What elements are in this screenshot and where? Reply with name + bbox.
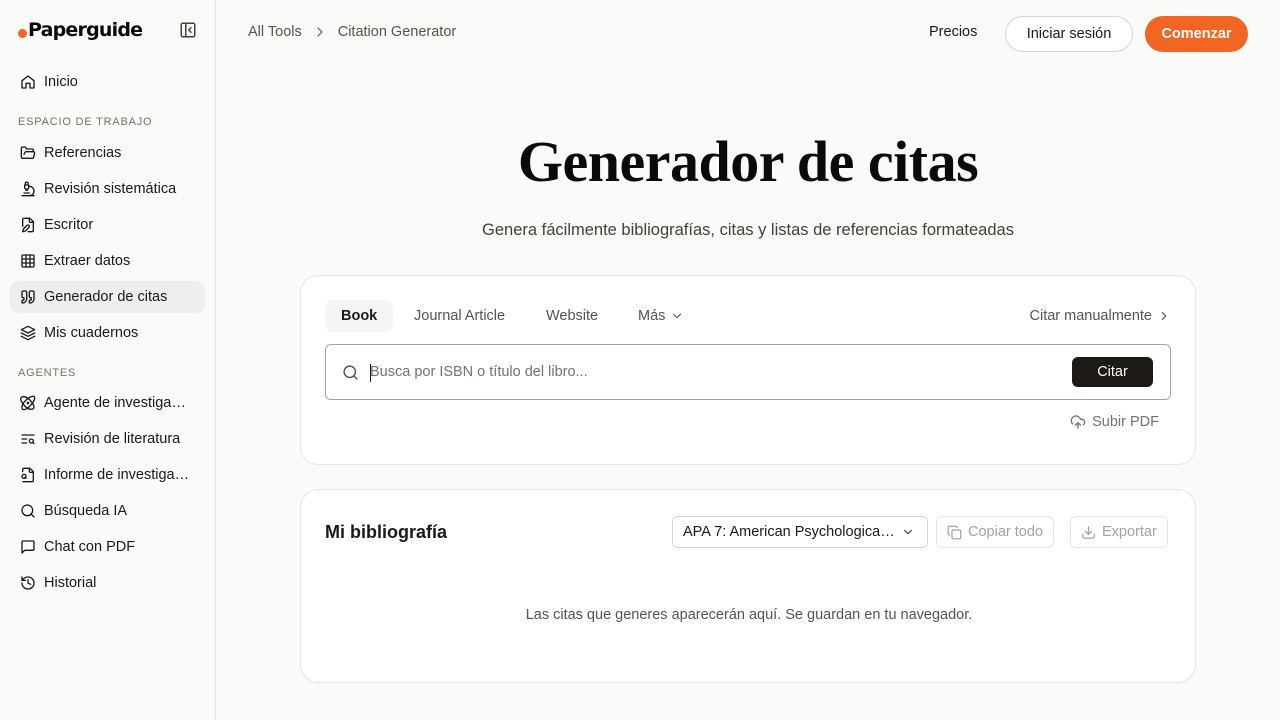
quote-icon [21,290,35,304]
sidebar-item-writer[interactable]: Escritor [10,209,205,241]
empty-bibliography-message: Las citas que generes aparecerán aquí. S… [525,607,973,623]
breadcrumb-all-tools[interactable]: All Tools [248,24,302,40]
sidebar-item-label: Chat con PDF [44,539,136,555]
message-square-icon [21,540,35,554]
folder-open-icon [20,146,36,159]
cloud-upload-icon [1070,415,1086,429]
breadcrumb-current[interactable]: Citation Generator [338,24,456,40]
search-icon [21,504,35,518]
page-subtitle: Genera fácilmente bibliografías, citas y… [482,221,1014,239]
sidebar-item-references[interactable]: Referencias [10,137,205,169]
sidebar-item-history[interactable]: Historial [10,567,205,599]
tab-more-label: Más [638,308,666,324]
sidebar-item-label: Generador de citas [44,289,168,305]
breadcrumb: All Tools Citation Generator [248,24,456,40]
sidebar-item-label: Revisión de literatura [44,431,181,447]
layers-icon [20,325,36,341]
logo-dot [18,28,27,38]
sidebar-item-ai-search[interactable]: Búsqueda IA [10,495,205,527]
export-button[interactable]: Exportar [1070,516,1168,548]
download-icon [1082,525,1095,539]
copy-all-label: Copiar todo [968,524,1043,540]
pricing-link[interactable]: Precios [929,24,977,40]
cite-manually-label: Citar manualmente [1029,308,1153,324]
text-search-icon [21,434,35,445]
section-label-workspace: ESPACIO DE TRABAJO [18,116,153,128]
brand-logo[interactable]: Paperguide [18,18,143,42]
bibliography-title: Mi bibliografía [325,522,448,542]
get-started-button[interactable]: Comenzar [1145,16,1248,52]
sidebar-item-label: Historial [44,575,97,591]
citation-style-select[interactable]: APA 7: American Psychological Associatio… [672,516,928,548]
cite-button[interactable]: Citar [1072,357,1153,387]
sidebar-item-label: Mis cuadernos [44,325,139,341]
upload-pdf-button[interactable]: Subir PDF [1070,414,1159,430]
chevron-right-icon [317,27,323,37]
sidebar-item-systematic-review[interactable]: Revisión sistemática [10,173,205,205]
cite-manually-link[interactable]: Citar manualmente [1030,300,1172,332]
sidebar-item-label: Revisión sistemática [44,181,177,197]
history-icon [21,576,35,590]
file-search-icon [21,467,34,483]
sidebar-item-research-report[interactable]: Informe de investigación [10,459,205,491]
copy-icon [947,525,962,539]
sidebar-item-label: Escritor [44,217,94,233]
login-button[interactable]: Iniciar sesión [1005,16,1133,52]
tab-more-dropdown[interactable]: Más [622,300,700,332]
upload-pdf-label: Subir PDF [1092,414,1159,430]
sidebar-item-literature-review[interactable]: Revisión de literatura [10,423,205,455]
copy-all-button[interactable]: Copiar todo [936,516,1054,548]
sidebar-item-label: Referencias [44,145,122,161]
sidebar-item-chat-pdf[interactable]: Chat con PDF [10,531,205,563]
section-label-agents: AGENTES [18,367,77,379]
home-icon [21,75,35,89]
chevron-down-icon [673,313,682,319]
sidebar-item-label: Informe de investigación [44,467,192,483]
export-label: Exportar [1102,524,1157,540]
sidebar-item-notebooks[interactable]: Mis cuadernos [10,317,205,349]
search-icon [343,365,358,380]
sidebar-item-label: Agente de investigación [44,395,192,411]
sidebar-item-label: Inicio [44,74,78,90]
microscope-icon [21,181,35,197]
sidebar-item-label: Extraer datos [44,253,131,269]
sidebar-item-label: Búsqueda IA [44,503,128,519]
tab-website[interactable]: Website [530,300,614,332]
citation-search-card: Book Journal Article Website Más Citar m… [300,275,1196,465]
brand-name: Paperguide [28,19,143,41]
page-title: Generador de citas [517,129,979,194]
sidebar-item-home[interactable]: Inicio [10,66,205,98]
sidebar-item-research-agent[interactable]: Agente de investigación [10,387,205,419]
sidebar-item-citation-generator[interactable]: Generador de citas [10,281,205,313]
tab-journal-article[interactable]: Journal Article [398,300,521,332]
sidebar: Paperguide Inicio ESPACIO DE TRABAJO Ref… [0,0,216,720]
table-icon [21,254,35,268]
citation-search-box: Citar [325,344,1171,400]
citation-search-input[interactable] [370,357,1060,387]
sidebar-item-extract-data[interactable]: Extraer datos [10,245,205,277]
citation-style-value: APA 7: American Psychological Associatio… [683,524,895,540]
chevron-right-icon [1161,311,1167,321]
bibliography-card: Mi bibliografía APA 7: American Psycholo… [300,489,1196,683]
sidebar-collapse-icon[interactable] [179,21,197,39]
file-pen-icon [22,217,34,233]
text-caret [370,364,371,382]
chevron-down-icon [903,529,913,535]
tab-book[interactable]: Book [325,300,394,332]
atom-icon [20,395,36,411]
